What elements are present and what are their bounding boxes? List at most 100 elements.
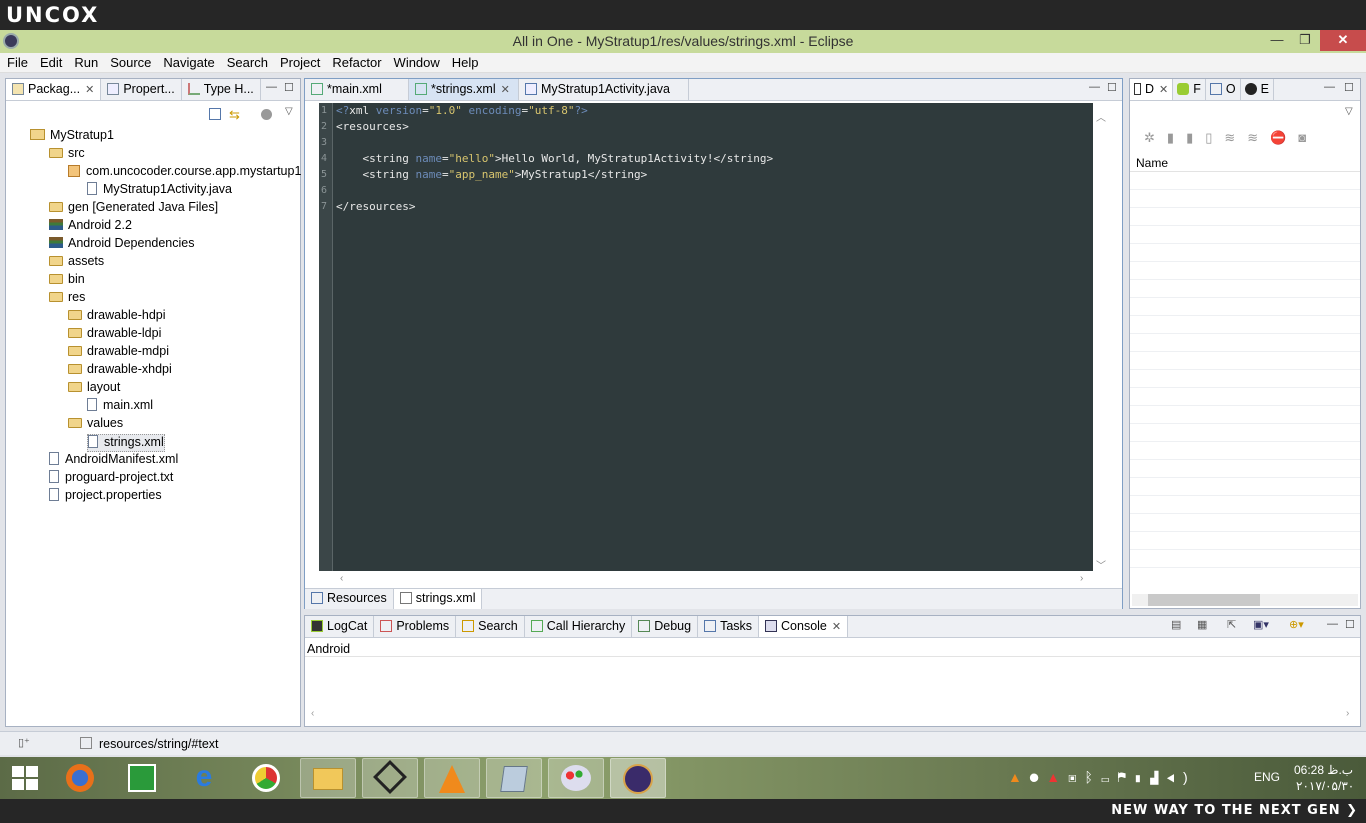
tree-item[interactable]: main.xml: [87, 398, 153, 416]
menu-file[interactable]: File: [0, 53, 33, 70]
view-menu-icon[interactable]: ▽: [285, 106, 293, 117]
link-editor-icon[interactable]: ⇆: [229, 107, 240, 123]
debug-icon[interactable]: ✲: [1144, 130, 1167, 145]
open-console-icon[interactable]: ⊕▾: [1289, 618, 1304, 631]
scroll-right-icon[interactable]: ›: [1080, 573, 1083, 584]
threads-icon[interactable]: ≋: [1224, 130, 1247, 145]
warning-tray-icon[interactable]: ▲: [1046, 769, 1068, 785]
dump-icon[interactable]: ▮: [1186, 130, 1205, 145]
tree-item[interactable]: proguard-project.txt: [49, 470, 173, 488]
tab-call-hierarchy[interactable]: Call Hierarchy: [525, 616, 633, 637]
tab-debug[interactable]: Debug: [632, 616, 699, 637]
close-icon[interactable]: ✕: [832, 621, 841, 633]
bluetooth-tray-icon[interactable]: ᛒ: [1085, 769, 1101, 785]
tab-properties[interactable]: Propert...: [101, 79, 182, 100]
tree-item[interactable]: project.properties: [49, 488, 162, 506]
tree-item[interactable]: values: [68, 416, 123, 434]
tab-logcat[interactable]: LogCat: [305, 616, 375, 637]
stop-icon[interactable]: ⛔: [1270, 130, 1298, 145]
menu-source[interactable]: Source: [103, 53, 156, 70]
tree-item[interactable]: layout: [68, 380, 120, 398]
monitor-tray-icon[interactable]: ▣: [1068, 769, 1084, 785]
close-icon[interactable]: ✕: [1159, 84, 1168, 96]
signal-tray-icon[interactable]: ▟: [1150, 769, 1166, 785]
scroll-lock-icon[interactable]: ▦: [1197, 618, 1207, 631]
menu-edit[interactable]: Edit: [33, 53, 67, 70]
tab-activity-java[interactable]: MyStratup1Activity.java: [519, 79, 689, 100]
input-tray-icon[interactable]: ▭: [1101, 769, 1117, 785]
menu-window[interactable]: Window: [387, 53, 445, 70]
pin-console-icon[interactable]: ⇱: [1227, 618, 1236, 631]
tree-item[interactable]: MyStratup1: [30, 128, 114, 146]
tree-item[interactable]: drawable-xhdpi: [68, 362, 172, 380]
chrome-taskbar-button[interactable]: [238, 758, 294, 798]
language-indicator[interactable]: ENG: [1254, 770, 1280, 784]
vlc-tray-icon[interactable]: ▲: [1008, 769, 1030, 785]
menu-help[interactable]: Help: [445, 53, 484, 70]
start-button[interactable]: [12, 766, 38, 790]
network-tray-icon[interactable]: ⬤: [1030, 769, 1046, 785]
tree-item[interactable]: com.uncocoder.course.app.mystartup1: [68, 164, 301, 182]
menu-project[interactable]: Project: [273, 53, 325, 70]
tree-item[interactable]: Android 2.2: [49, 218, 132, 236]
tab-devices[interactable]: D ✕: [1130, 79, 1174, 100]
maximize-view-icon[interactable]: ☐: [284, 81, 294, 94]
tab-problems[interactable]: Problems: [374, 616, 457, 637]
tab-strings-source[interactable]: strings.xml: [393, 589, 483, 609]
tree-item[interactable]: Android Dependencies: [49, 236, 194, 254]
minimize-view-icon[interactable]: —: [1324, 81, 1335, 93]
tab-main-xml[interactable]: *main.xml: [305, 79, 409, 100]
tab-outline[interactable]: O: [1206, 79, 1241, 100]
flag-tray-icon[interactable]: ⚑: [1117, 769, 1133, 785]
screenshot-icon[interactable]: ◙: [1298, 130, 1318, 145]
tab-tasks[interactable]: Tasks: [698, 616, 760, 637]
tab-resources[interactable]: Resources: [305, 589, 394, 609]
tree-item[interactable]: drawable-mdpi: [68, 344, 169, 362]
tree-item[interactable]: bin: [49, 272, 85, 290]
vlc-taskbar-button[interactable]: [424, 758, 480, 798]
scroll-right-icon[interactable]: ›: [1346, 708, 1349, 719]
clear-console-icon[interactable]: ▤: [1171, 618, 1181, 631]
profile-icon[interactable]: ≋: [1247, 130, 1270, 145]
minimize-view-icon[interactable]: —: [266, 81, 277, 93]
scroll-down-icon[interactable]: ﹀: [1096, 557, 1106, 572]
menu-run[interactable]: Run: [67, 53, 103, 70]
scroll-left-icon[interactable]: ‹: [340, 573, 343, 584]
tree-item[interactable]: drawable-hdpi: [68, 308, 166, 326]
code-editor[interactable]: 1 2 3 4 5 6 7 <?xml version="1.0" encoding="ut…: [319, 103, 1093, 571]
maximize-view-icon[interactable]: ☐: [1345, 618, 1355, 631]
scroll-up-icon[interactable]: ︿: [1096, 109, 1106, 124]
tab-type-hierarchy[interactable]: Type H...: [182, 79, 261, 100]
gc-icon[interactable]: ▯: [1205, 130, 1224, 145]
minimize-view-icon[interactable]: —: [1327, 618, 1338, 630]
eclipse-taskbar-button[interactable]: [610, 758, 666, 798]
clock-date[interactable]: ۲۰۱۷/۰۵/۳۰: [1296, 779, 1354, 793]
fast-view-icon[interactable]: ▯⁺: [18, 736, 30, 749]
tree-item[interactable]: gen [Generated Java Files]: [49, 200, 218, 218]
display-console-icon[interactable]: ▣▾: [1253, 618, 1269, 631]
heap-icon[interactable]: ▮: [1167, 130, 1186, 145]
clock-time[interactable]: 06:28 ب.ظ: [1294, 763, 1353, 777]
store-taskbar-button[interactable]: [114, 758, 170, 798]
tab-console[interactable]: Console ✕: [759, 616, 849, 637]
tree-item[interactable]: src: [49, 146, 85, 164]
ie-taskbar-button[interactable]: e: [176, 758, 232, 798]
firefox-taskbar-button[interactable]: [52, 758, 108, 798]
tab-package-explorer[interactable]: Packag... ✕: [6, 79, 102, 100]
power-tray-icon[interactable]: ▮: [1134, 769, 1150, 785]
minimize-button[interactable]: —: [1262, 30, 1292, 51]
tab-search[interactable]: Search: [456, 616, 525, 637]
maximize-view-icon[interactable]: ☐: [1344, 81, 1354, 94]
view-menu-icon[interactable]: ▽: [1345, 106, 1353, 117]
menu-navigate[interactable]: Navigate: [156, 53, 219, 70]
minimize-editor-icon[interactable]: —: [1089, 81, 1100, 93]
maximize-editor-icon[interactable]: ☐: [1107, 81, 1117, 94]
collapse-all-icon[interactable]: [209, 108, 221, 120]
app-taskbar-button[interactable]: [362, 758, 418, 798]
tree-item[interactable]: strings.xml: [87, 434, 165, 452]
tab-file-explorer[interactable]: F: [1173, 79, 1206, 100]
name-column-header[interactable]: Name: [1130, 152, 1360, 172]
tree-item[interactable]: drawable-ldpi: [68, 326, 161, 344]
horizontal-scrollbar[interactable]: [1132, 594, 1358, 606]
close-icon[interactable]: ✕: [85, 84, 94, 96]
